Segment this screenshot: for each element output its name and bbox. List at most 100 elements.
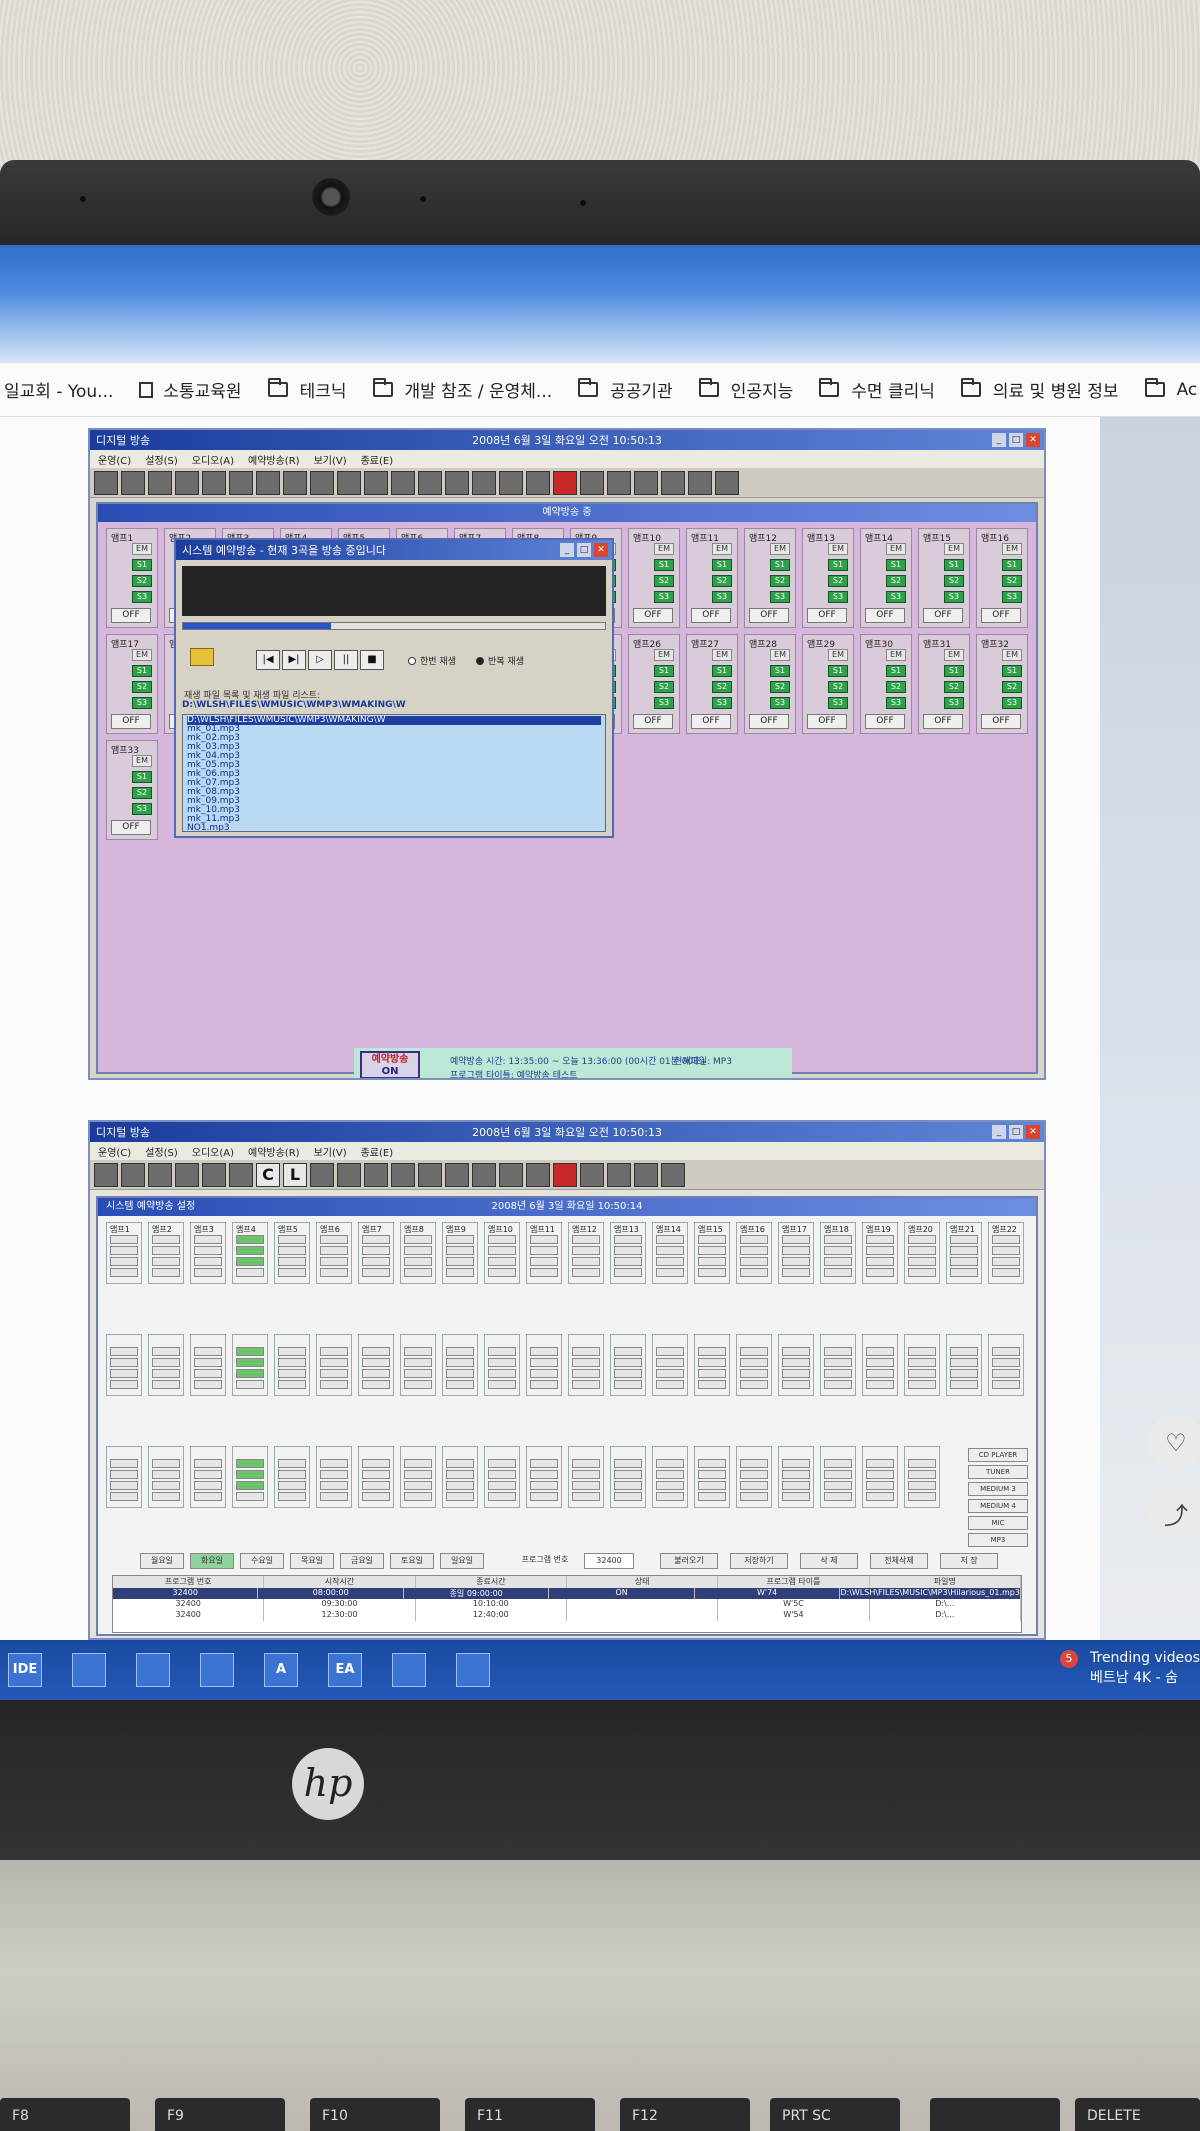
file-item[interactable]: mk_10.mp3 (187, 806, 601, 815)
zone-source-button[interactable] (194, 1235, 222, 1244)
schedule-zone-cell[interactable] (862, 1334, 898, 1396)
menu-item[interactable]: 설정(S) (145, 1144, 178, 1159)
zone-source-button[interactable] (992, 1246, 1020, 1255)
zone-off-button[interactable]: OFF (111, 608, 151, 623)
zone-source-button[interactable] (782, 1470, 810, 1479)
zone-source-button[interactable] (320, 1380, 348, 1389)
zone-source-button[interactable] (782, 1492, 810, 1501)
zone-source-button[interactable] (278, 1470, 306, 1479)
zone-source-button[interactable] (320, 1246, 348, 1255)
schedule-zone-cell[interactable] (652, 1334, 688, 1396)
zone-source-button[interactable] (488, 1459, 516, 1468)
zone-source-button[interactable] (740, 1459, 768, 1468)
schedule-zone-cell[interactable]: 앰프11 (526, 1222, 562, 1284)
zone-source-button[interactable] (320, 1492, 348, 1501)
zone-source-button[interactable] (782, 1246, 810, 1255)
zone-source-button[interactable] (572, 1369, 600, 1378)
zone-source-button[interactable] (152, 1257, 180, 1266)
zone-s1-button[interactable]: S1 (712, 665, 732, 677)
day-button[interactable]: 목요일 (290, 1553, 334, 1569)
zone-source-button[interactable] (446, 1358, 474, 1367)
source-button[interactable]: MIC (968, 1516, 1028, 1530)
zone-off-button[interactable]: OFF (865, 608, 905, 623)
toolbar-button-icon[interactable] (607, 470, 631, 495)
zone-source-button[interactable] (404, 1369, 432, 1378)
zone-source-button[interactable] (740, 1235, 768, 1244)
zone-source-button[interactable] (950, 1257, 978, 1266)
zone-s3-button[interactable]: S3 (712, 697, 732, 709)
source-button[interactable]: MP3 (968, 1533, 1028, 1547)
zone-source-button[interactable] (110, 1347, 138, 1356)
zone-s2-button[interactable]: S2 (132, 681, 152, 693)
zone-source-button[interactable] (488, 1246, 516, 1255)
zone-off-button[interactable]: OFF (691, 714, 731, 729)
zone-source-button[interactable] (866, 1358, 894, 1367)
zone-source-button[interactable] (362, 1481, 390, 1490)
zone-source-button[interactable] (446, 1492, 474, 1501)
close-icon[interactable]: ✕ (594, 543, 608, 557)
bookmark-folder[interactable]: 테크닉 (267, 377, 347, 402)
menu-item[interactable]: 보기(V) (314, 452, 347, 467)
file-item[interactable]: mk_04.mp3 (187, 752, 601, 761)
zone-em-button[interactable]: EM (944, 543, 964, 555)
zone-source-button[interactable] (530, 1358, 558, 1367)
zone-source-button[interactable] (866, 1459, 894, 1468)
zone-source-button[interactable] (320, 1358, 348, 1367)
zone-source-button[interactable] (824, 1459, 852, 1468)
zone-off-button[interactable]: OFF (111, 714, 151, 729)
zone-source-button[interactable] (950, 1235, 978, 1244)
zone-s1-button[interactable]: S1 (828, 559, 848, 571)
zone-source-button[interactable] (362, 1358, 390, 1367)
taskbar-app-icon[interactable]: EA (328, 1653, 362, 1687)
zone-source-button[interactable] (866, 1470, 894, 1479)
zone-source-button[interactable] (404, 1380, 432, 1389)
schedule-zone-cell[interactable]: 앰프17 (778, 1222, 814, 1284)
zone-source-button[interactable] (404, 1347, 432, 1356)
schedule-zone-cell[interactable] (232, 1446, 268, 1508)
zone-s2-button[interactable]: S2 (886, 575, 906, 587)
zone-source-button[interactable] (908, 1235, 936, 1244)
zone-s3-button[interactable]: S3 (1002, 697, 1022, 709)
schedule-zone-cell[interactable] (148, 1334, 184, 1396)
pause-button[interactable]: || (334, 650, 358, 670)
zone-source-button[interactable] (614, 1459, 642, 1468)
file-item[interactable]: mk_11.mp3 (187, 815, 601, 824)
zone-source-button[interactable] (614, 1268, 642, 1277)
minimize-icon[interactable]: _ (560, 543, 574, 557)
zone-source-button[interactable] (278, 1380, 306, 1389)
schedule-zone-cell[interactable] (106, 1446, 142, 1508)
zone-source-button[interactable] (278, 1268, 306, 1277)
play-repeat-radio[interactable]: 반복 재생 (476, 654, 524, 667)
schedule-zone-cell[interactable] (694, 1334, 730, 1396)
schedule-zone-cell[interactable] (106, 1334, 142, 1396)
zone-source-button[interactable] (614, 1492, 642, 1501)
zone-source-button[interactable] (110, 1235, 138, 1244)
zone-off-button[interactable]: OFF (807, 714, 847, 729)
zone-source-button[interactable] (152, 1380, 180, 1389)
zone-source-button[interactable] (698, 1358, 726, 1367)
zone-em-button[interactable]: EM (828, 649, 848, 661)
zone-s2-button[interactable]: S2 (654, 681, 674, 693)
zone-source-button[interactable] (362, 1492, 390, 1501)
zone-off-button[interactable]: OFF (865, 714, 905, 729)
zone-source-button[interactable] (278, 1246, 306, 1255)
zone-source-button[interactable] (530, 1257, 558, 1266)
zone-source-button[interactable] (530, 1235, 558, 1244)
zone-source-button[interactable] (110, 1358, 138, 1367)
toolbar-button-icon[interactable] (175, 470, 199, 495)
zone-s1-button[interactable]: S1 (132, 559, 152, 571)
zone-source-button[interactable] (824, 1470, 852, 1479)
schedule-zone-cell[interactable]: 앰프2 (148, 1222, 184, 1284)
toolbar-button-icon[interactable] (310, 1162, 334, 1187)
toolbar-button-icon[interactable] (661, 1162, 685, 1187)
zone-source-button[interactable] (572, 1492, 600, 1501)
toolbar-button-icon[interactable] (337, 470, 361, 495)
zone-source-button[interactable] (530, 1347, 558, 1356)
zone-source-button[interactable] (992, 1369, 1020, 1378)
zone-source-button[interactable] (488, 1470, 516, 1479)
zone-em-button[interactable]: EM (654, 543, 674, 555)
taskbar-app-icon[interactable] (136, 1653, 170, 1687)
schedule-zone-cell[interactable] (232, 1334, 268, 1396)
zone-em-button[interactable]: EM (132, 649, 152, 661)
zone-source-button[interactable] (614, 1470, 642, 1479)
